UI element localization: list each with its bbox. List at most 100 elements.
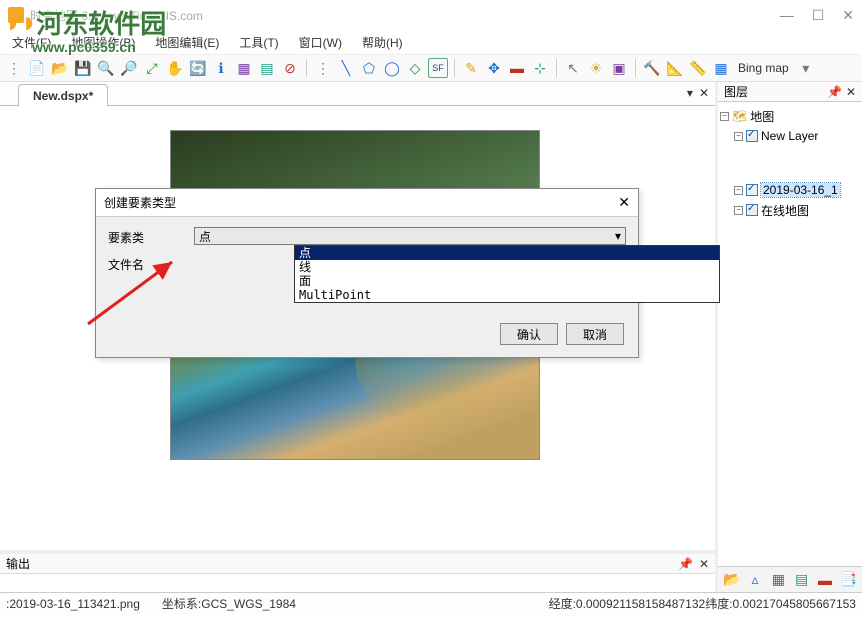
layer-up-button[interactable]: ▵ bbox=[745, 570, 764, 590]
filename-label: 文件名 bbox=[108, 254, 194, 273]
edit-pencil-button[interactable]: ✎ bbox=[461, 58, 481, 78]
menu-window[interactable]: 窗口(W) bbox=[291, 32, 350, 53]
menu-file[interactable]: 文件(F) bbox=[4, 32, 59, 53]
layers-panel-title: 图层 bbox=[724, 83, 748, 100]
menu-map-edit[interactable]: 地图编辑(E) bbox=[147, 32, 227, 53]
toolbar-separator bbox=[635, 59, 636, 77]
chevron-down-icon: ▾ bbox=[615, 229, 621, 243]
draw-line-button[interactable]: ╲ bbox=[336, 58, 356, 78]
option-point[interactable]: 点 bbox=[295, 246, 719, 260]
layers-toolbar: 📂 ▵ ▦ ▤ ▬ 📑 bbox=[718, 566, 862, 592]
draw-polygon-button[interactable]: ⬠ bbox=[359, 58, 379, 78]
tree-node-timed[interactable]: 2019-03-16_1 bbox=[761, 183, 840, 197]
identify-button[interactable]: ℹ bbox=[211, 58, 231, 78]
window-close-button[interactable]: ✕ bbox=[842, 7, 854, 24]
window-title: 时空地图 6.0 www.TimeGIS.com bbox=[30, 7, 780, 24]
toolbar-grip-icon: ⋮ bbox=[313, 58, 333, 78]
toolbar: ⋮ 📄 📂 💾 🔍 🔎 ⤢ ✋ 🔄 ℹ ▦ ▤ ⊘ ⋮ ╲ ⬠ ◯ ◇ SF ✎… bbox=[0, 54, 862, 82]
delete-feature-button[interactable]: ▬ bbox=[507, 58, 527, 78]
tree-node-online[interactable]: 在线地图 bbox=[761, 202, 809, 219]
layer-mgr-button[interactable]: ▦ bbox=[234, 58, 254, 78]
document-tab-label: New.dspx* bbox=[33, 89, 93, 103]
minimize-button[interactable]: — bbox=[780, 7, 794, 24]
pan-button[interactable]: ✋ bbox=[165, 58, 185, 78]
maximize-button[interactable]: ☐ bbox=[812, 7, 825, 24]
tree-node-newlayer[interactable]: New Layer bbox=[761, 129, 818, 143]
option-multipoint[interactable]: MultiPoint bbox=[295, 288, 719, 302]
menu-help[interactable]: 帮助(H) bbox=[354, 32, 411, 53]
draw-circle-button[interactable]: ◯ bbox=[382, 58, 402, 78]
basemap-label[interactable]: Bing map bbox=[734, 61, 793, 75]
feature-class-value: 点 bbox=[199, 228, 211, 245]
tree-collapse-icon[interactable]: − bbox=[720, 112, 729, 121]
layers-tree[interactable]: − 🗺 地图 − New Layer − 2019-03-16_1 − 在线地图 bbox=[718, 102, 862, 566]
dialog-title: 创建要素类型 bbox=[104, 194, 176, 211]
layer-props-button[interactable]: ▤ bbox=[792, 570, 811, 590]
menu-tool[interactable]: 工具(T) bbox=[231, 32, 286, 53]
save-button[interactable]: 💾 bbox=[73, 58, 93, 78]
status-longitude: 经度:0.000921158158487132 bbox=[549, 595, 706, 612]
layers-panel: 图层 📌 ✕ − 🗺 地图 − New Layer − 2019-03-16_1 bbox=[718, 82, 862, 592]
zoom-extent-button[interactable]: ⤢ bbox=[142, 58, 162, 78]
layer-misc-button[interactable]: 📑 bbox=[839, 570, 858, 590]
measure-angle-button[interactable]: 📐 bbox=[665, 58, 685, 78]
select-arrow-button[interactable]: ↖ bbox=[563, 58, 583, 78]
measure-hammer-button[interactable]: 🔨 bbox=[642, 58, 662, 78]
tree-collapse-icon[interactable]: − bbox=[734, 206, 743, 215]
output-panel-title: 输出 bbox=[6, 555, 30, 572]
status-file: :2019-03-16_113421.png bbox=[6, 597, 140, 611]
document-tab-newdspx[interactable]: New.dspx* bbox=[18, 84, 108, 106]
feature-class-label: 要素类 bbox=[108, 227, 194, 246]
layer-down-button[interactable]: ▦ bbox=[769, 570, 788, 590]
menu-bar: 文件(F) 地图操作(B) 地图编辑(E) 工具(T) 窗口(W) 帮助(H) bbox=[0, 30, 862, 54]
create-feature-type-dialog: 创建要素类型 ✕ 要素类 点 ▾ 文件名 点 线 面 MultiPoint 确认… bbox=[95, 188, 639, 358]
tree-collapse-icon[interactable]: − bbox=[734, 186, 743, 195]
app-icon bbox=[8, 7, 24, 23]
status-bar: :2019-03-16_113421.png 坐标系:GCS_WGS_1984 … bbox=[0, 592, 862, 614]
feature-class-dropdown[interactable]: 点 线 面 MultiPoint bbox=[294, 245, 720, 303]
remove-layer-button[interactable]: ▬ bbox=[815, 570, 834, 590]
edit-vertex-button[interactable]: ⊹ bbox=[530, 58, 550, 78]
new-doc-button[interactable]: 📄 bbox=[27, 58, 47, 78]
add-layer-button[interactable]: 📂 bbox=[722, 570, 741, 590]
layer-checkbox[interactable] bbox=[746, 130, 758, 142]
clear-selection-button[interactable]: ⊘ bbox=[280, 58, 300, 78]
layers-pin-button[interactable]: 📌 bbox=[827, 85, 842, 99]
tree-node-map[interactable]: 地图 bbox=[750, 108, 774, 125]
ok-button[interactable]: 确认 bbox=[500, 323, 558, 345]
layer-checkbox[interactable] bbox=[746, 204, 758, 216]
output-pin-button[interactable]: 📌 bbox=[678, 557, 693, 571]
toolbar-separator bbox=[556, 59, 557, 77]
tab-menu-button[interactable]: ▾ bbox=[687, 86, 693, 100]
basemap-dropdown-icon[interactable]: ▾ bbox=[796, 58, 816, 78]
zoom-out-button[interactable]: 🔎 bbox=[119, 58, 139, 78]
grid-button[interactable]: ▦ bbox=[711, 58, 731, 78]
feature-class-select[interactable]: 点 ▾ bbox=[194, 227, 626, 245]
add-text-button[interactable]: SF bbox=[428, 58, 448, 78]
status-crs: 坐标系:GCS_WGS_1984 bbox=[162, 595, 296, 612]
output-panel: 输出 📌 ✕ bbox=[0, 550, 715, 592]
option-polygon[interactable]: 面 bbox=[295, 274, 719, 288]
menu-map-op[interactable]: 地图操作(B) bbox=[63, 32, 143, 53]
snap-button[interactable]: ◇ bbox=[405, 58, 425, 78]
option-line[interactable]: 线 bbox=[295, 260, 719, 274]
zoom-in-button[interactable]: 🔍 bbox=[96, 58, 116, 78]
document-tab-bar: New.dspx* ▾ ✕ bbox=[0, 82, 715, 106]
layer-checkbox[interactable] bbox=[746, 184, 758, 196]
refresh-button[interactable]: 🔄 bbox=[188, 58, 208, 78]
move-node-button[interactable]: ✥ bbox=[484, 58, 504, 78]
measure-ruler-button[interactable]: 📏 bbox=[688, 58, 708, 78]
cancel-button[interactable]: 取消 bbox=[566, 323, 624, 345]
title-bar: 时空地图 6.0 www.TimeGIS.com — ☐ ✕ bbox=[0, 0, 862, 30]
tab-close-button[interactable]: ✕ bbox=[699, 86, 709, 100]
attribute-button[interactable]: ▤ bbox=[257, 58, 277, 78]
toolbar-separator bbox=[306, 59, 307, 77]
tree-collapse-icon[interactable]: − bbox=[734, 132, 743, 141]
select-point-button[interactable]: ☀ bbox=[586, 58, 606, 78]
dialog-close-button[interactable]: ✕ bbox=[618, 194, 630, 211]
status-latitude: 纬度:0.00217045805667153 bbox=[705, 595, 856, 612]
open-button[interactable]: 📂 bbox=[50, 58, 70, 78]
output-close-button[interactable]: ✕ bbox=[699, 557, 709, 571]
select-rect-button[interactable]: ▣ bbox=[609, 58, 629, 78]
layers-close-button[interactable]: ✕ bbox=[846, 85, 856, 99]
